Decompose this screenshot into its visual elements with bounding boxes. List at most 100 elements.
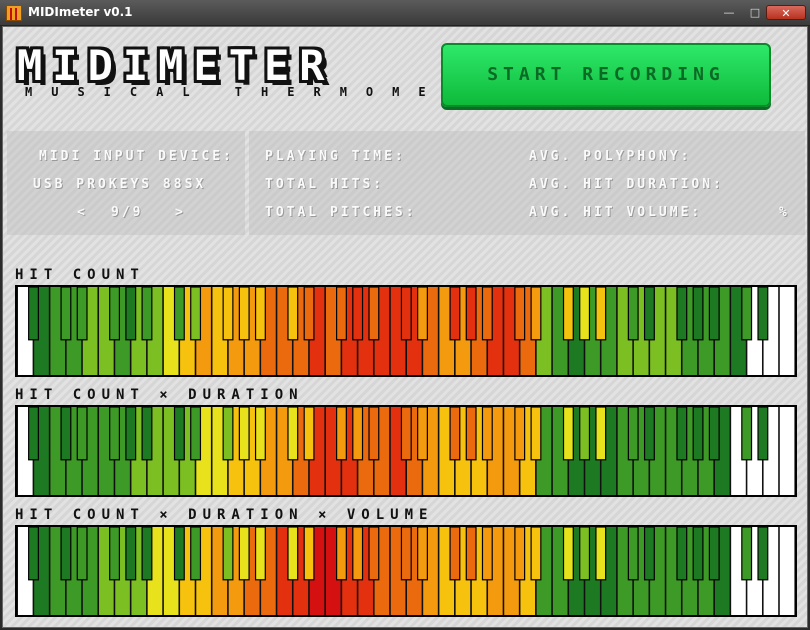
black-key xyxy=(627,407,639,461)
black-key xyxy=(76,287,88,341)
black-key xyxy=(222,527,234,581)
black-key xyxy=(28,287,39,341)
black-key xyxy=(676,527,688,581)
black-key xyxy=(238,287,250,341)
black-key xyxy=(530,527,542,581)
black-key xyxy=(449,407,461,461)
black-key xyxy=(28,527,39,581)
black-key xyxy=(692,527,704,581)
black-key xyxy=(708,287,720,341)
main-window: MIDIMETER MUSICAL THERMOMETER START RECO… xyxy=(2,26,808,628)
window-title: MIDImeter v0.1 xyxy=(28,5,133,19)
black-key xyxy=(400,287,412,341)
black-key xyxy=(190,407,202,461)
black-key xyxy=(530,407,542,461)
black-key xyxy=(173,407,185,461)
black-key xyxy=(60,527,72,581)
black-key xyxy=(125,287,137,341)
midi-device-name: USB PROKEYS 88SX xyxy=(33,177,207,192)
close-button[interactable]: ✕ xyxy=(766,5,806,20)
black-key xyxy=(141,287,153,341)
black-key xyxy=(481,287,493,341)
maximize-button[interactable]: □ xyxy=(744,5,766,20)
device-prev-button[interactable]: < xyxy=(77,205,88,220)
hit-count-duration-keyboard xyxy=(15,405,797,497)
black-key xyxy=(741,407,753,461)
black-key xyxy=(287,407,299,461)
black-key xyxy=(643,287,655,341)
black-key xyxy=(595,287,607,341)
black-key xyxy=(676,287,688,341)
black-key xyxy=(417,287,428,341)
black-key xyxy=(60,407,72,461)
black-key xyxy=(76,407,88,461)
minimize-button[interactable]: — xyxy=(718,5,740,20)
black-key xyxy=(627,287,639,341)
black-key xyxy=(449,287,461,341)
black-key xyxy=(562,527,574,581)
white-key xyxy=(779,407,795,495)
black-key xyxy=(757,407,769,461)
black-key xyxy=(303,407,315,461)
white-key xyxy=(779,527,795,615)
black-key xyxy=(125,407,137,461)
black-key xyxy=(579,287,591,341)
hit-count-duration-title: HIT COUNT × DURATION xyxy=(15,387,304,403)
black-key xyxy=(741,527,753,581)
black-key xyxy=(643,527,655,581)
black-key xyxy=(238,407,250,461)
black-key xyxy=(222,407,234,461)
black-key xyxy=(562,407,574,461)
black-key xyxy=(254,527,266,581)
black-key xyxy=(287,287,299,341)
black-key xyxy=(465,407,477,461)
black-key xyxy=(757,527,769,581)
hit-count-duration-volume-keyboard xyxy=(15,525,797,617)
black-key xyxy=(76,527,88,581)
black-key xyxy=(481,407,493,461)
avg-hit-volume-label: AVG. HIT VOLUME: xyxy=(529,205,703,220)
black-key xyxy=(400,407,412,461)
black-key xyxy=(692,407,704,461)
black-key xyxy=(141,407,153,461)
black-key xyxy=(336,407,347,461)
device-panel: MIDI INPUT DEVICE: USB PROKEYS 88SX < 9/… xyxy=(7,131,245,235)
black-key xyxy=(125,527,137,581)
black-key xyxy=(368,407,380,461)
black-key xyxy=(514,407,526,461)
black-key xyxy=(708,407,720,461)
black-key xyxy=(595,527,607,581)
black-key xyxy=(692,287,704,341)
black-key xyxy=(287,527,299,581)
black-key xyxy=(173,527,185,581)
black-key xyxy=(222,287,234,341)
black-key xyxy=(579,407,591,461)
black-key xyxy=(352,407,364,461)
black-key xyxy=(465,287,477,341)
hit-count-keyboard xyxy=(15,285,797,377)
black-key xyxy=(514,527,526,581)
black-key xyxy=(190,527,202,581)
black-key xyxy=(627,527,639,581)
app-icon xyxy=(6,5,22,21)
black-key xyxy=(368,287,380,341)
black-key xyxy=(514,287,526,341)
device-next-button[interactable]: > xyxy=(175,205,186,220)
app-logo: MIDIMETER xyxy=(17,41,335,90)
black-key xyxy=(449,527,461,581)
white-key xyxy=(779,287,795,375)
black-key xyxy=(708,527,720,581)
start-recording-button[interactable]: START RECORDING xyxy=(441,43,771,107)
black-key xyxy=(173,287,185,341)
black-key xyxy=(141,527,153,581)
hit-count-title: HIT COUNT xyxy=(15,267,145,283)
black-key xyxy=(481,527,493,581)
black-key xyxy=(109,527,121,581)
black-key xyxy=(190,287,202,341)
black-key xyxy=(109,407,121,461)
black-key xyxy=(643,407,655,461)
black-key xyxy=(254,287,266,341)
black-key xyxy=(417,527,428,581)
avg-polyphony-label: AVG. POLYPHONY: xyxy=(529,149,692,164)
title-bar: MIDImeter v0.1 — □ ✕ xyxy=(0,0,810,26)
